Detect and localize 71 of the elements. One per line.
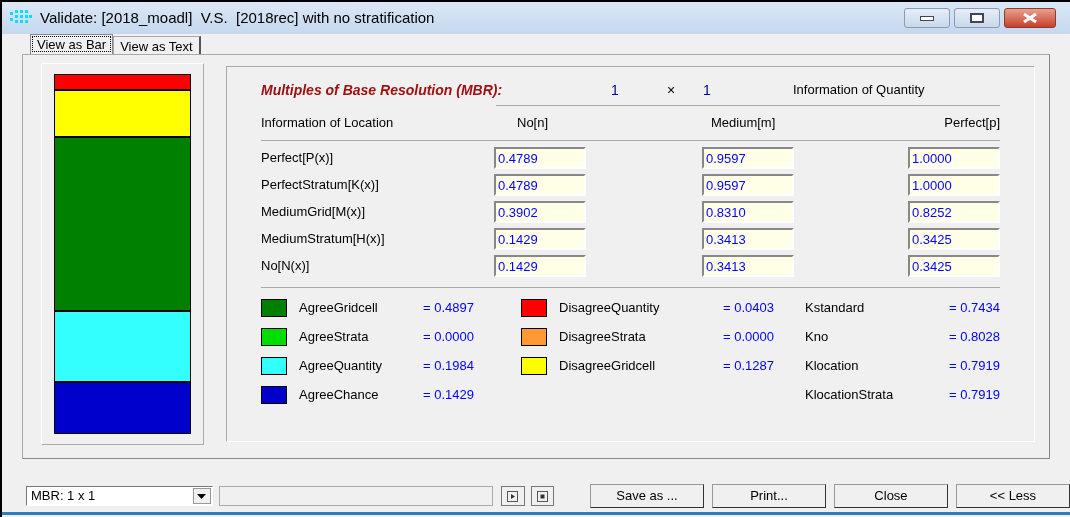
stop-button[interactable]: [530, 486, 554, 506]
close-button[interactable]: [1004, 8, 1056, 28]
value-field[interactable]: 0.9597: [702, 147, 794, 169]
mbr-cols-value: 1: [703, 80, 712, 100]
maximize-button[interactable]: [954, 8, 1000, 28]
value-field[interactable]: 0.3413: [702, 228, 794, 250]
footer-button[interactable]: Save as ...: [590, 484, 704, 508]
value-field[interactable]: 1.0000: [908, 174, 1000, 196]
value-field[interactable]: 0.4789: [494, 174, 586, 196]
legend-label: DisagreeGridcell: [559, 357, 657, 376]
quantity-heading: Information of Quantity: [793, 81, 925, 100]
value-field[interactable]: 0.3425: [908, 228, 1000, 250]
legend-value: = 0.0403: [723, 299, 774, 318]
minimize-button[interactable]: [904, 8, 950, 28]
mbr-dropdown[interactable]: MBR: 1 x 1: [26, 486, 213, 506]
statistic-label: Kno: [805, 328, 829, 347]
app-icon: [10, 10, 32, 26]
legend-label: AgreeGridcell: [299, 299, 379, 318]
value-field[interactable]: 0.8252: [908, 201, 1000, 223]
value-field[interactable]: 0.3902: [494, 201, 586, 223]
legend-value: = 0.1429: [423, 386, 474, 405]
value-field[interactable]: 0.3425: [908, 255, 1000, 277]
tab[interactable]: View as Text: [113, 36, 201, 54]
minimize-icon: [920, 15, 934, 21]
legend-label: AgreeStrata: [299, 328, 370, 347]
legend-value: = 0.1984: [423, 357, 474, 376]
times-sign: ×: [667, 80, 677, 100]
legend-value: = 0.0000: [423, 328, 474, 347]
row-label: PerfectStratum[K(x)]: [261, 176, 380, 195]
row-label: MediumGrid[M(x)]: [261, 203, 366, 222]
caret-icon: [197, 493, 207, 499]
column-header: Medium[m]: [710, 114, 777, 133]
row-label: Perfect[P(x)]: [261, 149, 335, 168]
maximize-icon: [970, 13, 984, 23]
legend-value: = 0.0000: [723, 328, 774, 347]
value-field[interactable]: 0.3413: [702, 255, 794, 277]
stop-icon: [536, 490, 548, 502]
legend-label: AgreeChance: [299, 386, 380, 405]
play-button[interactable]: [501, 486, 525, 506]
close-icon: [1022, 13, 1038, 23]
play-icon: [507, 490, 519, 502]
statistic-value: = 0.7919: [949, 357, 1000, 376]
mbr-label: Multiples of Base Resolution (MBR):: [261, 80, 504, 100]
statistic-label: KlocationStrata: [805, 386, 894, 405]
statistic-value: = 0.8028: [949, 328, 1000, 347]
statistic-value: = 0.7919: [949, 386, 1000, 405]
mbr-rows-value: 1: [611, 80, 620, 100]
value-field[interactable]: 0.4789: [494, 147, 586, 169]
window-title: Validate: [2018_moadl] V.S. [2018rec] with no stratification: [40, 7, 435, 28]
statistic-label: Klocation: [805, 357, 859, 376]
value-field[interactable]: 0.1429: [494, 228, 586, 250]
footer-button[interactable]: << Less: [956, 484, 1070, 508]
row-label: No[N(x)]: [261, 257, 311, 276]
column-header: No[n]: [516, 114, 550, 133]
legend-value: = 0.1287: [723, 357, 774, 376]
column-header: Information of Location: [261, 114, 395, 133]
value-field[interactable]: 0.9597: [702, 174, 794, 196]
statistic-label: Kstandard: [805, 299, 865, 318]
legend-label: DisagreeQuantity: [559, 299, 661, 318]
legend-label: AgreeQuantity: [299, 357, 384, 376]
value-field[interactable]: 0.1429: [494, 255, 586, 277]
column-header: Perfect[p]: [943, 114, 1000, 133]
value-field[interactable]: 0.8310: [702, 201, 794, 223]
statistic-value: = 0.7434: [949, 299, 1000, 318]
tab[interactable]: View as Bar: [30, 34, 114, 54]
value-field[interactable]: 1.0000: [908, 147, 1000, 169]
legend-label: DisagreeStrata: [559, 328, 647, 347]
footer-button[interactable]: Close: [834, 484, 948, 508]
legend-value: = 0.4897: [423, 299, 474, 318]
footer-button[interactable]: Print...: [712, 484, 826, 508]
row-label: MediumStratum[H(x)]: [261, 230, 386, 249]
